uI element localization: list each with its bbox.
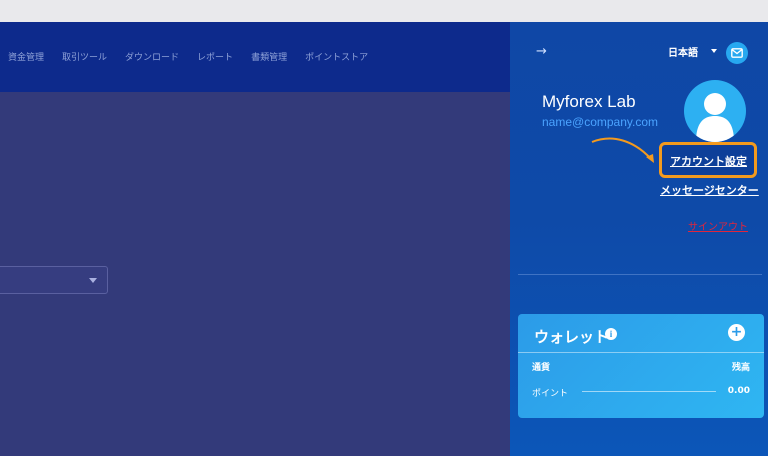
add-icon[interactable]: + bbox=[728, 324, 745, 341]
nav-item-funds[interactable]: 資金管理 bbox=[8, 50, 44, 63]
language-selector[interactable]: 日本語 bbox=[668, 44, 698, 59]
main-content: 資金管理 取引ツール ダウンロード レポート 書類管理 ポイントストア bbox=[0, 22, 510, 456]
info-icon[interactable]: i bbox=[605, 328, 617, 340]
wallet-row-label: ポイント bbox=[532, 389, 569, 399]
nav-item-point-store[interactable]: ポイントストア bbox=[305, 50, 368, 63]
chevron-down-icon[interactable] bbox=[711, 49, 717, 53]
nav-item-trading-tools[interactable]: 取引ツール bbox=[62, 50, 107, 63]
wallet-title: ウォレット bbox=[534, 328, 610, 346]
avatar[interactable] bbox=[684, 80, 746, 142]
sign-out-link[interactable]: サインアウト bbox=[688, 218, 748, 233]
wallet-col-currency: 通貨 bbox=[532, 363, 551, 373]
message-center-link[interactable]: メッセージセンター bbox=[660, 182, 759, 198]
wallet-card: ウォレット i + 通貨 残高 ポイント 0.00 bbox=[518, 314, 764, 418]
wallet-row-value: 0.00 bbox=[727, 386, 750, 396]
divider bbox=[518, 274, 762, 275]
nav-menu: 資金管理 取引ツール ダウンロード レポート 書類管理 ポイントストア bbox=[8, 50, 368, 63]
wallet-row-line bbox=[582, 391, 716, 392]
app-frame: 資金管理 取引ツール ダウンロード レポート 書類管理 ポイントストア → 日本… bbox=[0, 22, 768, 456]
account-settings-highlight: アカウント設定 bbox=[659, 142, 757, 178]
wallet-col-balance: 残高 bbox=[731, 363, 750, 373]
account-settings-link[interactable]: アカウント設定 bbox=[670, 153, 747, 169]
chevron-down-icon bbox=[89, 278, 97, 283]
arrow-right-icon[interactable]: → bbox=[536, 44, 547, 59]
nav-item-documents[interactable]: 書類管理 bbox=[251, 50, 287, 63]
user-email: name@company.com bbox=[542, 115, 659, 129]
pointer-arrow-icon bbox=[591, 137, 654, 163]
wallet-divider bbox=[518, 352, 764, 353]
browser-top-strip bbox=[0, 0, 768, 22]
dropdown-select[interactable] bbox=[0, 266, 108, 294]
top-navigation: 資金管理 取引ツール ダウンロード レポート 書類管理 ポイントストア bbox=[0, 22, 510, 92]
account-side-panel: → 日本語 Myforex Lab name@company.com アカウント… bbox=[510, 22, 768, 456]
nav-item-report[interactable]: レポート bbox=[197, 50, 233, 63]
user-name: Myforex Lab bbox=[542, 92, 636, 111]
nav-item-download[interactable]: ダウンロード bbox=[125, 50, 179, 63]
envelope-icon[interactable] bbox=[726, 42, 748, 64]
